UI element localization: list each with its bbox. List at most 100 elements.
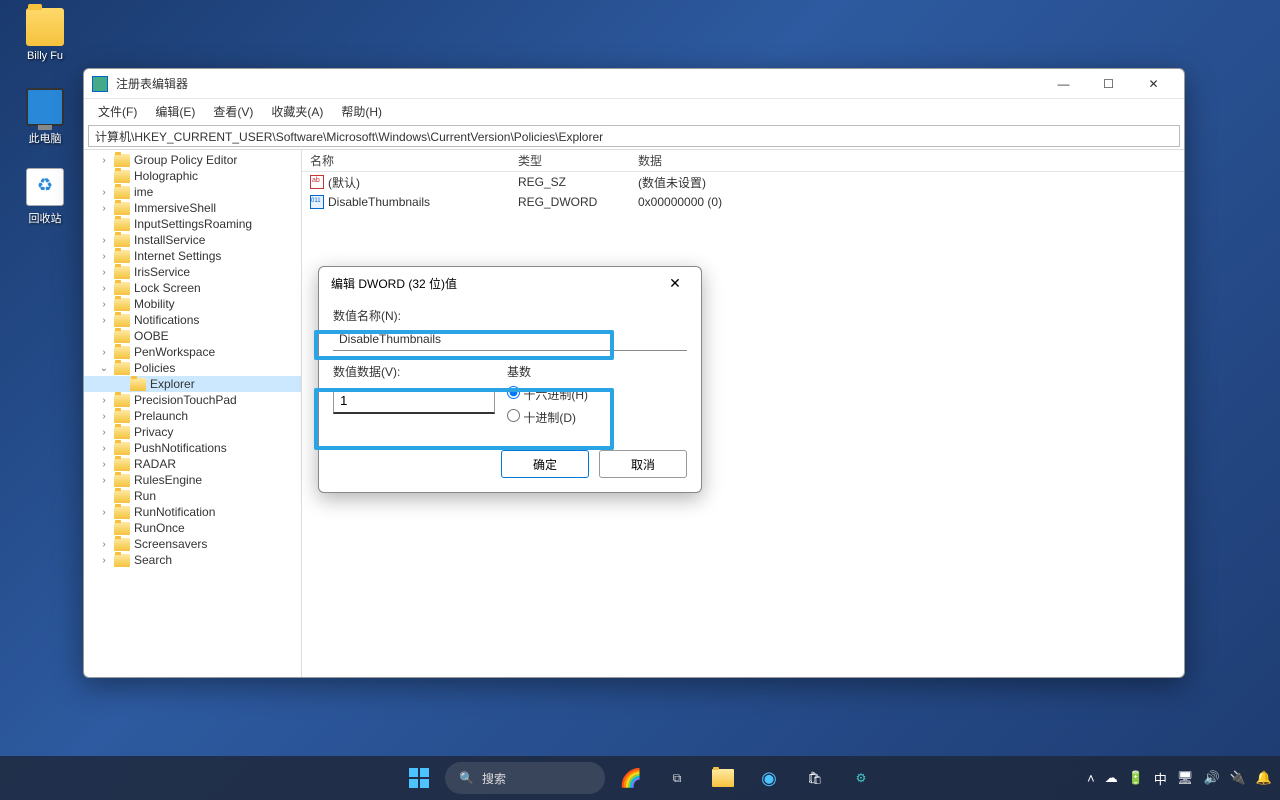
tray-power-icon[interactable]: 🔌: [1230, 770, 1246, 786]
tray-battery-icon[interactable]: 🔋: [1128, 770, 1144, 786]
tree-item-holographic[interactable]: Holographic: [84, 168, 301, 184]
tree-item-lock-screen[interactable]: › Lock Screen: [84, 280, 301, 296]
tray-notifications-icon[interactable]: 🔔: [1256, 770, 1272, 786]
expand-icon[interactable]: ›: [98, 427, 110, 438]
expand-icon[interactable]: ›: [98, 283, 110, 294]
desktop-icon-this-pc[interactable]: 此电脑: [10, 88, 80, 146]
radio-dec[interactable]: 十进制(D): [507, 409, 687, 426]
expand-icon[interactable]: ›: [98, 411, 110, 422]
minimize-button[interactable]: —: [1041, 70, 1086, 98]
expand-icon[interactable]: ›: [98, 315, 110, 326]
tree-item-privacy[interactable]: ›Privacy: [84, 424, 301, 440]
task-item-taskview[interactable]: ⧉: [657, 758, 697, 798]
tray-onedrive-icon[interactable]: ☁: [1105, 770, 1118, 786]
tree-item-internet-settings[interactable]: ›Internet Settings: [84, 248, 301, 264]
column-name[interactable]: 名称: [302, 152, 510, 169]
expand-icon[interactable]: ›: [98, 347, 110, 358]
desktop-icon-recycle-bin[interactable]: 回收站: [10, 168, 80, 226]
dialog-close-button[interactable]: ✕: [661, 269, 689, 297]
list-row[interactable]: DisableThumbnails REG_DWORD 0x00000000 (…: [302, 192, 1184, 212]
tree-item-precisiontouchpad[interactable]: ›PrecisionTouchPad: [84, 392, 301, 408]
menu-view[interactable]: 查看(V): [205, 100, 261, 123]
tree-item-prelaunch[interactable]: ›Prelaunch: [84, 408, 301, 424]
task-item-app[interactable]: ⚙: [841, 758, 881, 798]
task-item-widgets[interactable]: 🌈: [611, 758, 651, 798]
ok-button[interactable]: 确定: [501, 450, 589, 478]
tree-item-runnotification[interactable]: › RunNotification: [84, 504, 301, 520]
tree-item-notifications[interactable]: ›Notifications: [84, 312, 301, 328]
expand-icon[interactable]: ›: [98, 475, 110, 486]
value-name-field[interactable]: DisableThumbnails: [333, 328, 687, 351]
menu-favorites[interactable]: 收藏夹(A): [263, 100, 331, 123]
expand-icon[interactable]: ›: [98, 267, 110, 278]
tree-item-ime[interactable]: ›ime: [84, 184, 301, 200]
menu-help[interactable]: 帮助(H): [333, 100, 390, 123]
expand-icon[interactable]: ⌄: [98, 363, 110, 374]
radio-hex-input[interactable]: [507, 386, 520, 399]
tray-ime-indicator[interactable]: 中: [1154, 769, 1167, 788]
taskbar-search[interactable]: 🔍 搜索: [445, 762, 605, 794]
app-icon: ⚙: [856, 771, 867, 785]
close-button[interactable]: ✕: [1131, 70, 1176, 98]
tray-volume-icon[interactable]: 🔊: [1203, 770, 1219, 786]
tree-item-irisservice[interactable]: ›IrisService: [84, 264, 301, 280]
list-row[interactable]: (默认) REG_SZ (数值未设置): [302, 172, 1184, 192]
tree-item-radar[interactable]: ›RADAR: [84, 456, 301, 472]
window-titlebar[interactable]: 注册表编辑器 — ☐ ✕: [84, 69, 1184, 99]
tree-item-run[interactable]: Run: [84, 488, 301, 504]
tree-item-explorer[interactable]: Explorer: [84, 376, 301, 392]
expand-icon[interactable]: ›: [98, 235, 110, 246]
tree-item-immersiveshell[interactable]: ›ImmersiveShell: [84, 200, 301, 216]
tray-overflow-icon[interactable]: ˄: [1087, 771, 1095, 786]
tree-item-oobe[interactable]: OOBE: [84, 328, 301, 344]
task-item-store[interactable]: 🛍: [795, 758, 835, 798]
value-data-input[interactable]: [333, 388, 495, 414]
tree-item-group-policy-editor[interactable]: › Group Policy Editor: [84, 152, 301, 168]
expand-icon[interactable]: ›: [98, 251, 110, 262]
tree-item-pushnotifications[interactable]: ›PushNotifications: [84, 440, 301, 456]
start-button[interactable]: [399, 758, 439, 798]
expand-icon[interactable]: ›: [98, 539, 110, 550]
column-type[interactable]: 类型: [510, 152, 630, 169]
list-header[interactable]: 名称 类型 数据: [302, 150, 1184, 172]
tree-item-penworkspace[interactable]: › PenWorkspace: [84, 344, 301, 360]
folder-icon: [114, 282, 130, 295]
tree-item-installservice[interactable]: ›InstallService: [84, 232, 301, 248]
desktop-icon-user-folder[interactable]: Billy Fu: [10, 8, 80, 62]
tree-label: RunNotification: [134, 505, 215, 519]
tree-item-search[interactable]: ›Search: [84, 552, 301, 568]
menu-file[interactable]: 文件(F): [90, 100, 145, 123]
tree-item-mobility[interactable]: › Mobility: [84, 296, 301, 312]
task-item-edge[interactable]: ◉: [749, 758, 789, 798]
radio-dec-input[interactable]: [507, 409, 520, 422]
expand-icon[interactable]: ›: [98, 395, 110, 406]
tree-item-screensavers[interactable]: ›Screensavers: [84, 536, 301, 552]
column-data[interactable]: 数据: [630, 152, 1184, 169]
expand-icon[interactable]: ›: [98, 299, 110, 310]
tree-item-rulesengine[interactable]: ›RulesEngine: [84, 472, 301, 488]
tree-label: PenWorkspace: [134, 345, 215, 359]
expand-icon[interactable]: ›: [98, 203, 110, 214]
expand-icon[interactable]: ›: [98, 155, 110, 166]
tree-label: Lock Screen: [134, 281, 201, 295]
cancel-button[interactable]: 取消: [599, 450, 687, 478]
tree-item-policies[interactable]: ⌄Policies: [84, 360, 301, 376]
expand-icon[interactable]: ›: [98, 555, 110, 566]
address-bar[interactable]: 计算机\HKEY_CURRENT_USER\Software\Microsoft…: [88, 125, 1180, 147]
expand-icon[interactable]: ›: [98, 459, 110, 470]
tree-pane[interactable]: › Group Policy EditorHolographic›ime›Imme…: [84, 150, 302, 677]
expand-icon[interactable]: ›: [98, 187, 110, 198]
task-item-explorer[interactable]: [703, 758, 743, 798]
radio-hex[interactable]: 十六进制(H): [507, 386, 687, 403]
expand-icon[interactable]: ›: [98, 443, 110, 454]
menu-edit[interactable]: 编辑(E): [147, 100, 203, 123]
tree-label: Mobility: [134, 297, 175, 311]
edge-icon: ◉: [761, 768, 777, 789]
maximize-button[interactable]: ☐: [1086, 70, 1131, 98]
tree-item-runonce[interactable]: RunOnce: [84, 520, 301, 536]
tree-label: Group Policy Editor: [134, 153, 237, 167]
tray-network-icon[interactable]: 🖥: [1177, 770, 1194, 786]
tree-item-inputsettingsroaming[interactable]: InputSettingsRoaming: [84, 216, 301, 232]
dialog-titlebar[interactable]: 编辑 DWORD (32 位)值 ✕: [319, 267, 701, 299]
expand-icon[interactable]: ›: [98, 507, 110, 518]
